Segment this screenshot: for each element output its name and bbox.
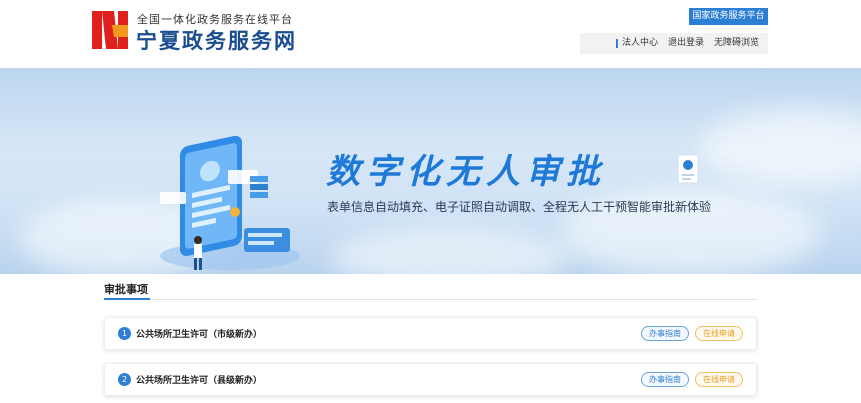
approval-section: 审批事项 1 公共场所卫生许可（市级新办） 办事指南 在线申请 2 公共场所卫生… bbox=[104, 282, 757, 396]
item-index-badge: 1 bbox=[118, 327, 131, 340]
user-nav-marker bbox=[616, 39, 618, 48]
approval-item[interactable]: 2 公共场所卫生许可（县级新办） 办事指南 在线申请 bbox=[104, 363, 757, 396]
section-title-underline bbox=[104, 298, 150, 300]
section-heading: 审批事项 bbox=[104, 282, 757, 300]
approval-item[interactable]: 1 公共场所卫生许可（市级新办） 办事指南 在线申请 bbox=[104, 317, 757, 350]
banner-description: 表单信息自动填充、电子证照自动调取、全程无人工干预智能审批新体验 bbox=[327, 200, 712, 214]
site-header: 全国一体化政务服务在线平台 宁夏政务服务网 国家政务服务平台 法人中心 退出登录… bbox=[0, 0, 861, 68]
apply-online-button[interactable]: 在线申请 bbox=[695, 326, 743, 341]
legal-center-link[interactable]: 法人中心 bbox=[622, 33, 658, 54]
accessible-browse-link[interactable]: 无障碍浏览 bbox=[714, 33, 759, 54]
apply-online-button[interactable]: 在线申请 bbox=[695, 372, 743, 387]
logout-link[interactable]: 退出登录 bbox=[668, 33, 704, 54]
item-name[interactable]: 公共场所卫生许可（市级新办） bbox=[136, 327, 262, 340]
digital-approval-illustration-icon bbox=[160, 135, 300, 270]
user-nav-bar: 法人中心 退出登录 无障碍浏览 bbox=[580, 33, 768, 54]
hero-banner: 数字化无人审批 表单信息自动填充、电子证照自动调取、全程无人工干预智能审批新体验 bbox=[0, 68, 861, 274]
banner-title: 数字化无人审批 bbox=[326, 152, 606, 192]
site-logo-icon[interactable] bbox=[92, 11, 128, 49]
national-platform-button[interactable]: 国家政务服务平台 bbox=[689, 8, 768, 25]
item-index-badge: 2 bbox=[118, 373, 131, 386]
guide-button[interactable]: 办事指南 bbox=[641, 372, 689, 387]
section-title-text: 审批事项 bbox=[104, 283, 148, 296]
site-title[interactable]: 宁夏政务服务网 bbox=[136, 25, 297, 55]
item-name[interactable]: 公共场所卫生许可（县级新办） bbox=[136, 373, 262, 386]
document-icon bbox=[677, 154, 699, 184]
guide-button[interactable]: 办事指南 bbox=[641, 326, 689, 341]
